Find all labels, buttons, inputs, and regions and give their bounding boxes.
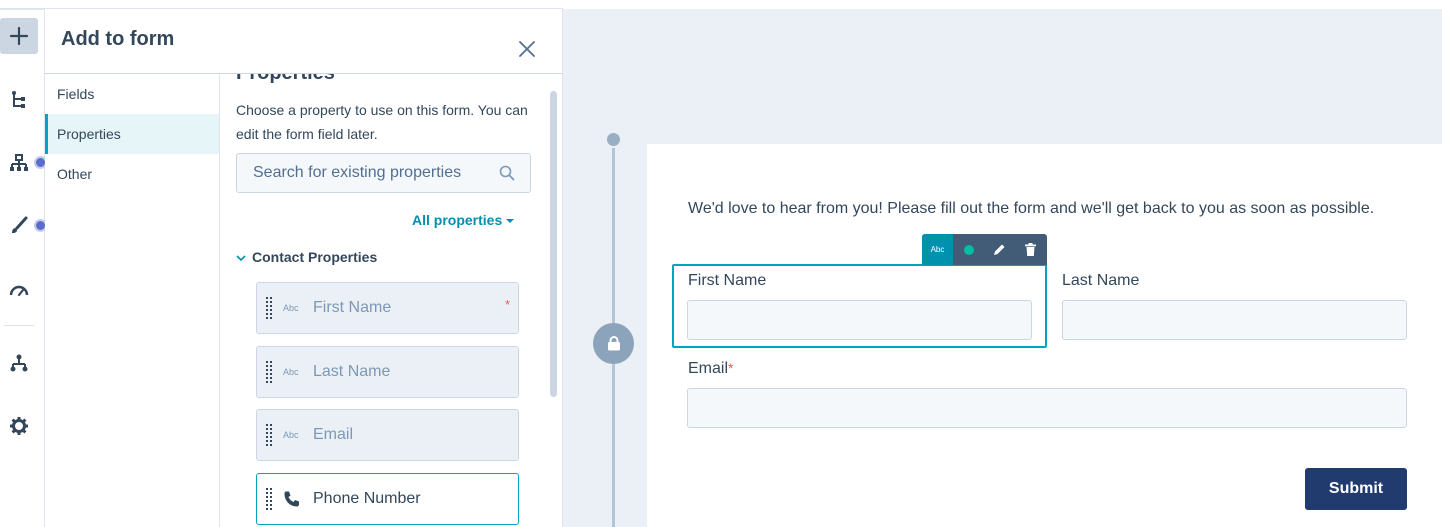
- search-placeholder: Search for existing properties: [253, 164, 462, 181]
- nav-item-other[interactable]: Other: [45, 154, 219, 194]
- group-label: Contact Properties: [252, 249, 378, 265]
- property-search-input[interactable]: Search for existing properties: [236, 153, 531, 193]
- phone-icon: [284, 491, 299, 507]
- visibility-button[interactable]: [953, 234, 984, 265]
- plus-icon: [9, 26, 29, 46]
- required-indicator: *: [505, 297, 511, 312]
- pencil-icon: [994, 244, 1005, 255]
- form-intro-text: We'd love to hear from you! Please fill …: [688, 200, 1375, 217]
- add-to-form-panel: Add to form Fields Properties Other Prop…: [45, 9, 563, 527]
- first-name-label: First Name: [688, 272, 767, 289]
- add-element-button[interactable]: [0, 18, 38, 54]
- drag-handle-icon[interactable]: [266, 488, 272, 510]
- text-type-icon: Abc: [283, 430, 299, 440]
- delete-button[interactable]: [1015, 234, 1046, 265]
- edit-button[interactable]: [984, 234, 1015, 265]
- timeline-lock: [593, 323, 634, 364]
- hierarchy-icon: [10, 154, 28, 171]
- panel-scrollbar[interactable]: [550, 91, 557, 397]
- status-dot-icon: [963, 244, 974, 255]
- section-description: Choose a property to use on this form. Y…: [236, 102, 528, 142]
- property-label: Email: [313, 426, 354, 443]
- property-phone-number[interactable]: Phone Number: [256, 473, 519, 525]
- last-name-input[interactable]: [1062, 300, 1407, 340]
- required-indicator: *: [728, 360, 734, 376]
- text-type-icon: Abc: [283, 367, 299, 377]
- gauge-icon: [9, 285, 29, 297]
- all-properties-dropdown[interactable]: All properties: [412, 212, 515, 228]
- search-icon: [499, 165, 515, 181]
- tree-button[interactable]: [0, 82, 38, 118]
- performance-button[interactable]: [0, 272, 38, 308]
- structure-button[interactable]: [0, 145, 38, 181]
- caret-down-icon: [506, 219, 515, 224]
- nav-item-fields[interactable]: Fields: [45, 74, 219, 114]
- first-name-input[interactable]: [687, 300, 1032, 340]
- form-preview: We'd love to hear from you! Please fill …: [647, 144, 1442, 527]
- property-label: Last Name: [313, 363, 391, 380]
- property-label: Phone Number: [313, 490, 421, 507]
- field-type-label: Abc: [930, 245, 945, 254]
- workflow-button[interactable]: [0, 345, 38, 381]
- all-properties-label: All properties: [412, 212, 503, 228]
- panel-header: Add to form: [45, 9, 563, 74]
- chevron-down-icon: [236, 255, 246, 262]
- workflow-icon: [10, 354, 28, 372]
- panel-nav: Fields Properties Other: [45, 74, 220, 527]
- close-icon[interactable]: [517, 39, 537, 59]
- contact-properties-toggle[interactable]: Contact Properties: [236, 249, 377, 265]
- left-rail: [0, 9, 47, 527]
- property-email[interactable]: Abc Email: [256, 409, 519, 461]
- drag-handle-icon[interactable]: [266, 297, 272, 319]
- email-label-text: Email: [688, 360, 729, 377]
- section-heading: Properties: [236, 74, 335, 85]
- submit-button[interactable]: Submit: [1305, 468, 1407, 510]
- email-label: Email*: [688, 360, 733, 378]
- drag-handle-icon[interactable]: [266, 424, 272, 446]
- rail-divider: [4, 325, 34, 326]
- drag-handle-icon[interactable]: [266, 361, 272, 383]
- trash-icon: [1025, 243, 1036, 256]
- property-last-name[interactable]: Abc Last Name: [256, 346, 519, 398]
- settings-button[interactable]: [0, 408, 38, 444]
- nav-item-properties[interactable]: Properties: [45, 114, 219, 154]
- lock-icon: [607, 336, 620, 351]
- text-type-icon: Abc: [283, 303, 299, 313]
- panel-content: Properties Choose a property to use on t…: [220, 74, 563, 527]
- field-type-button[interactable]: Abc: [922, 234, 953, 265]
- timeline-dot: [605, 131, 622, 148]
- gear-icon: [10, 417, 28, 435]
- field-toolbar: Abc: [922, 234, 1047, 265]
- property-label: First Name: [313, 299, 392, 316]
- style-button[interactable]: [0, 208, 38, 244]
- tree-icon: [12, 91, 25, 108]
- email-input[interactable]: [687, 388, 1407, 428]
- last-name-label: Last Name: [1062, 272, 1140, 289]
- brush-icon: [12, 216, 28, 233]
- panel-title: Add to form: [61, 28, 175, 50]
- property-first-name[interactable]: Abc First Name *: [256, 282, 519, 334]
